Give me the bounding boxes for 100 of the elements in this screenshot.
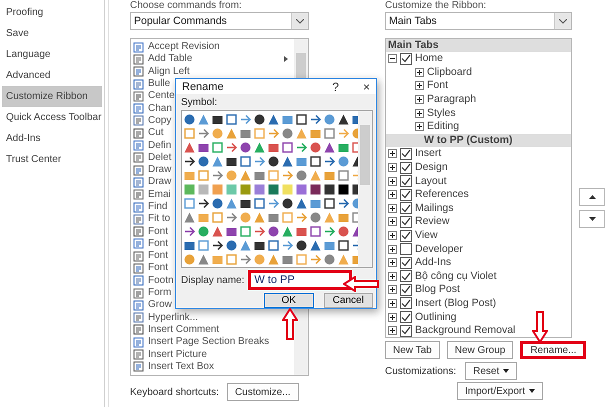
command-item[interactable]: Find [148,201,168,213]
expand-icon[interactable] [388,244,397,254]
command-item[interactable]: Draw [148,164,172,176]
symbol-icon[interactable] [253,239,266,252]
dropdown[interactable]: Main Tabs [385,12,572,30]
move-down-button[interactable] [579,210,605,228]
checkbox[interactable] [400,270,412,282]
command-item[interactable]: Align Left [148,66,190,78]
expand-icon[interactable] [388,258,397,268]
command-item[interactable]: Insert Picture [148,348,207,361]
checkbox[interactable] [400,216,412,228]
symbol-icon[interactable] [211,113,224,126]
expand-icon[interactable] [415,108,424,118]
command-item[interactable]: Grow [148,299,172,312]
command-item[interactable]: Add Table [148,53,192,66]
command-item[interactable]: Accept Revision [148,41,220,54]
command-item[interactable]: Font [148,238,168,250]
symbol-icon[interactable] [267,155,280,168]
sidebar-item[interactable]: Quick Access Toolbar [2,107,102,128]
checkbox[interactable] [400,188,412,201]
command-item[interactable]: Font [148,250,168,262]
sidebar-item[interactable]: Trust Center [2,149,102,170]
expand-icon[interactable] [388,285,397,294]
symbol-icon[interactable] [197,197,210,210]
input-field[interactable]: W to PP [248,270,352,290]
expand-icon[interactable] [388,272,397,281]
collapse-icon[interactable] [388,54,397,64]
expand-icon[interactable] [388,326,397,336]
expand-icon[interactable] [388,312,397,322]
tree-item[interactable]: Font [386,79,571,93]
tree-item[interactable]: Paragraph [386,92,571,106]
command-item[interactable]: Delet [148,152,172,164]
command-item[interactable]: Chan [148,102,172,115]
close-button[interactable]: × [362,80,370,94]
command-item[interactable]: Insert Page Section Breaks [148,336,270,348]
symbol-icon[interactable] [323,183,336,196]
tree-item[interactable]: W to PP (Custom) [386,134,571,148]
command-item[interactable]: Copy [148,114,172,127]
command-item[interactable]: Font [148,262,168,274]
tree-item[interactable]: Styles [386,106,571,120]
symbol-icon[interactable] [183,155,196,168]
command-item[interactable]: Bulle [148,78,170,90]
command-item[interactable]: Font [148,226,168,238]
expand-icon[interactable] [415,95,424,104]
command-item[interactable]: Fit to [148,213,170,226]
command-item[interactable]: Cut [148,127,164,140]
checkbox[interactable] [400,324,412,337]
command-item[interactable]: Footn [148,274,174,287]
symbol-icon[interactable] [281,197,294,210]
command-item[interactable]: Insert Comment [148,324,220,336]
sidebar-item[interactable]: Add-Ins [2,128,102,149]
dialog-button[interactable]: New Group [446,341,514,359]
checkbox[interactable] [400,230,412,242]
dialog-button[interactable]: Rename... [520,341,586,359]
expand-icon[interactable] [388,231,397,240]
expand-icon[interactable] [415,81,424,90]
checkbox[interactable] [400,243,412,256]
symbol-icon[interactable] [309,155,322,168]
command-item[interactable]: Hyperlink... [148,312,198,324]
symbol-icon[interactable] [337,183,350,196]
expand-icon[interactable] [388,176,397,186]
checkbox[interactable] [400,148,412,160]
dropdown[interactable]: Popular Commands [130,12,309,30]
expand-icon[interactable] [388,217,397,226]
symbol-icon[interactable] [211,239,224,252]
command-item[interactable]: Cente [148,90,175,102]
symbol-icon[interactable] [253,113,266,126]
customize-button[interactable]: Customize... [226,383,299,401]
cancel-button[interactable]: Cancel [324,293,373,308]
expand-icon[interactable] [415,122,424,132]
ok-button[interactable]: OK [264,293,314,308]
checkbox[interactable] [400,202,412,214]
symbol-icon[interactable] [225,155,238,168]
tree-item[interactable]: Editing [386,120,571,134]
help-button[interactable]: ? [332,80,339,94]
sidebar-item[interactable]: Save [2,23,102,44]
expand-icon[interactable] [388,149,397,158]
checkbox[interactable] [400,311,412,324]
checkbox[interactable] [400,284,412,296]
symbol-icon[interactable] [239,197,252,210]
expand-icon[interactable] [388,163,397,172]
move-up-button[interactable] [579,188,605,206]
symbol-icon[interactable] [309,183,322,196]
symbol-icon[interactable] [295,239,308,252]
tree-item[interactable]: Clipboard [386,66,571,80]
expand-icon[interactable] [415,68,424,77]
command-item[interactable]: Insert Text Box [148,360,214,373]
symbol-icon[interactable] [337,239,350,252]
checkbox[interactable] [400,162,412,174]
sidebar-item[interactable]: Proofing [2,2,102,23]
checkbox[interactable] [400,297,412,310]
command-item[interactable]: Defin [148,140,172,152]
expand-icon[interactable] [388,204,397,213]
checkbox[interactable] [400,175,412,188]
dialog-button[interactable]: New Tab [385,341,440,359]
symbol-icon[interactable] [295,113,308,126]
checkbox[interactable] [400,52,412,65]
sidebar-item[interactable]: Language [2,44,102,65]
symbol-icon[interactable] [337,113,350,126]
command-item[interactable]: Form [148,287,172,300]
